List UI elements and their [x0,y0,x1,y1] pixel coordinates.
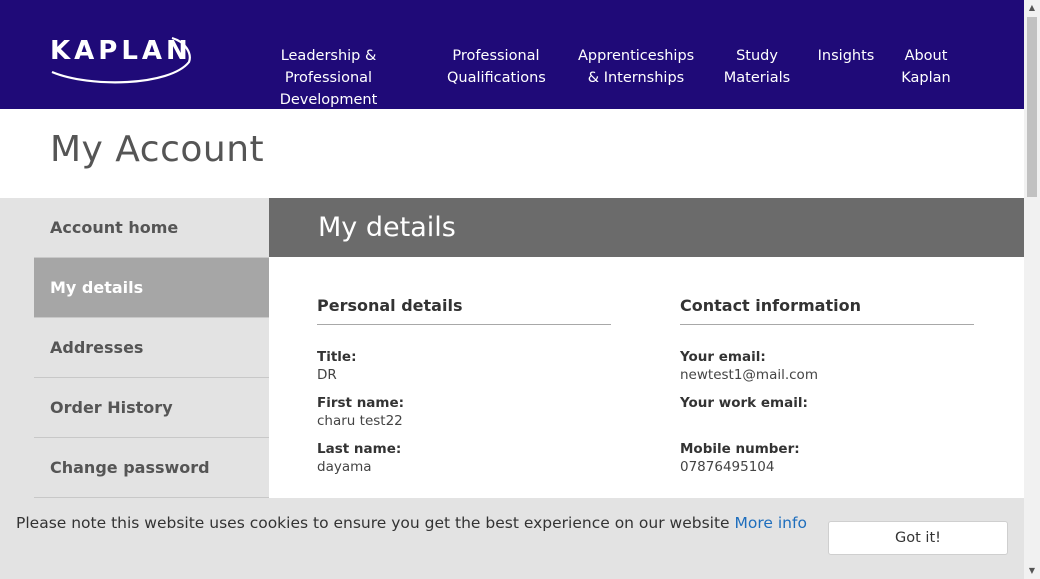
cookie-banner: Please note this website uses cookies to… [0,498,1024,579]
title-label: Title: [317,349,357,365]
kaplan-logo[interactable]: KAPLAN [50,32,192,84]
page-scrollbar[interactable]: ▲ ▼ [1024,0,1040,579]
logo-text: KAPLAN [50,36,192,66]
account-sidebar: Account home My details Addresses Order … [34,198,269,498]
sidebar-item-order-history[interactable]: Order History [34,378,269,438]
personal-details-heading: Personal details [317,296,611,325]
nav-apprenticeships[interactable]: Apprenticeships & Internships [578,45,694,89]
last-name-value: dayama [317,459,372,475]
sidebar-item-account-home[interactable]: Account home [34,198,269,258]
first-name-label: First name: [317,395,405,411]
scroll-thumb[interactable] [1027,17,1037,197]
mobile-label: Mobile number: [680,441,800,457]
section-banner: My details [269,198,1024,257]
last-name-label: Last name: [317,441,402,457]
sidebar-item-change-password[interactable]: Change password [34,438,269,498]
email-label: Your email: [680,349,766,365]
page-title: My Account [50,129,265,170]
scroll-down-icon[interactable]: ▼ [1027,566,1037,576]
work-email-label: Your work email: [680,395,808,411]
nav-leadership[interactable]: Leadership & Professional Development [240,45,417,111]
personal-details-column: Personal details Title: DR First name: c… [317,296,611,475]
nav-about-kaplan[interactable]: About Kaplan [898,45,954,89]
scroll-up-icon[interactable]: ▲ [1027,3,1037,13]
cookie-message: Please note this website uses cookies to… [16,514,807,532]
sidebar-item-my-details[interactable]: My details [34,258,269,318]
nav-study-materials[interactable]: Study Materials [721,45,793,89]
email-value: newtest1@mail.com [680,367,818,383]
contact-information-heading: Contact information [680,296,974,325]
mobile-value: 07876495104 [680,459,775,475]
sidebar-item-addresses[interactable]: Addresses [34,318,269,378]
cookie-accept-button[interactable]: Got it! [828,521,1008,555]
work-email-value [680,413,974,429]
first-name-value: charu test22 [317,413,403,429]
site-header: KAPLAN Leadership & Professional Develop… [0,0,1024,109]
contact-information-column: Contact information Your email: newtest1… [680,296,974,475]
nav-insights[interactable]: Insights [815,45,877,67]
title-value: DR [317,367,337,383]
more-info-link[interactable]: More info [735,514,807,532]
nav-professional-qualifications[interactable]: Professional Qualifications [447,45,546,89]
